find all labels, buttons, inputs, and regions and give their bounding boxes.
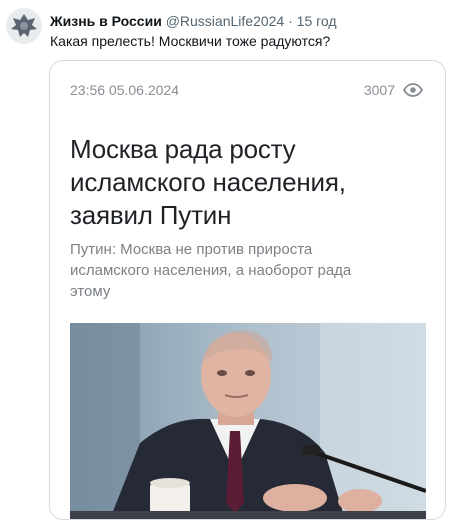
card-meta: 23:56 05.06.2024 3007 (70, 80, 423, 100)
article-headline: Москва рада росту исламского населения, … (70, 134, 346, 230)
eye-icon (403, 83, 423, 97)
emblem-icon (6, 8, 42, 44)
author-handle[interactable]: @RussianLife2024 (166, 13, 285, 29)
tweet-text: Какая прелесть! Москвичи тоже радуются? (50, 33, 331, 49)
separator-dot: · (288, 13, 293, 29)
views-count: 3007 (363, 82, 395, 98)
views-counter: 3007 (364, 82, 423, 98)
author-name[interactable]: Жизнь в России (50, 13, 162, 29)
article-datetime: 23:56 05.06.2024 (70, 82, 179, 98)
avatar[interactable] (6, 8, 42, 44)
tweet-time[interactable]: 15 год (297, 13, 337, 29)
article-photo (70, 323, 426, 519)
article-subtitle: Путин: Москва не против прироста исламск… (70, 241, 352, 300)
tweet-header: Жизнь в России @RussianLife2024 · 15 год (50, 12, 337, 30)
screenshot-card[interactable]: 23:56 05.06.2024 3007 Москва рада росту … (49, 60, 446, 520)
